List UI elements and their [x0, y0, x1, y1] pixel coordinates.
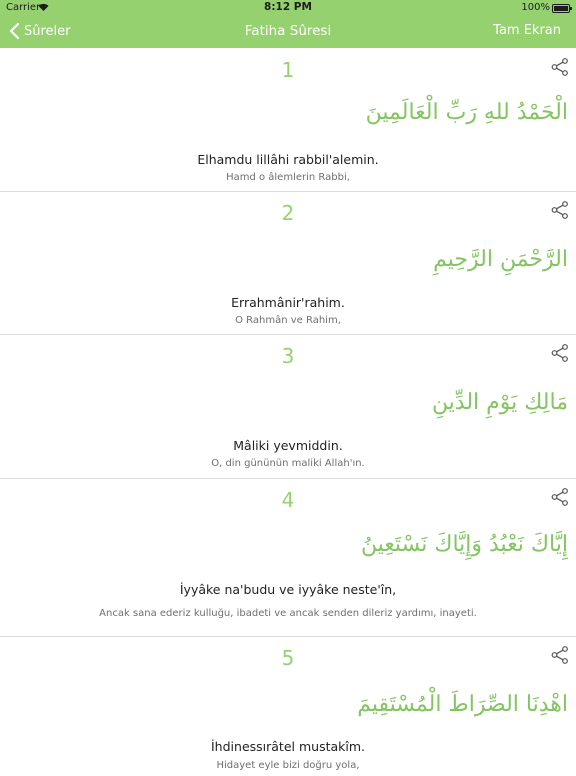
verse-number: 2: [281, 201, 295, 225]
transliteration: Elhamdu lillâhi rabbil'alemin.: [197, 152, 379, 167]
fullscreen-button[interactable]: Tam Ekran: [493, 23, 561, 38]
verse-item: 4 إِيَّاكَ نَعْبُدُ وَإِيَّاكَ نَسْتَعِي…: [0, 478, 576, 637]
transliteration: İyyâke na'budu ve iyyâke neste'în,: [179, 582, 397, 597]
verse-item: 2 الرَّحْمَنِ الرَّحِيمِ Errahmânir'rahi…: [0, 191, 576, 335]
verse-number: 5: [281, 646, 295, 670]
meaning: Hidayet eyle bizi doğru yola,: [216, 760, 360, 771]
meaning: Hamd o âlemlerin Rabbi,: [226, 172, 350, 183]
share-icon[interactable]: [550, 487, 570, 507]
share-icon[interactable]: [550, 200, 570, 220]
meaning: Ancak sana ederiz kulluğu, ibadeti ve an…: [99, 608, 477, 619]
arabic-text: الْحَمْدُ للهِ رَبِّ الْعَالَمِينَ: [365, 100, 568, 125]
arabic-text: مَالِكِ يَوْمِ الدِّينِ: [431, 390, 568, 415]
page-title: Fatiha Sûresi: [244, 23, 332, 39]
status-bar: Carrier 8:12 PM 100%: [0, 0, 576, 16]
battery-percent: 100%: [521, 2, 550, 13]
meaning: O, din gününün maliki Allah'ın.: [211, 458, 365, 469]
transliteration: Errahmânir'rahim.: [231, 295, 345, 310]
verse-item: 5 اهْدِنَا الصِّرَاطَ الْمُسْتَقِيمَ İhd…: [0, 636, 576, 776]
battery-icon: [552, 4, 572, 13]
status-time: 8:12 PM: [264, 1, 312, 13]
share-icon[interactable]: [550, 645, 570, 665]
verse-number: 3: [281, 344, 295, 368]
share-icon[interactable]: [550, 57, 570, 77]
transliteration: Mâliki yevmiddin.: [233, 438, 343, 453]
arabic-text: الرَّحْمَنِ الرَّحِيمِ: [433, 247, 568, 272]
verse-item: 3 مَالِكِ يَوْمِ الدِّينِ Mâliki yevmidd…: [0, 334, 576, 479]
meaning: O Rahmân ve Rahim,: [235, 315, 341, 326]
arabic-text: اهْدِنَا الصِّرَاطَ الْمُسْتَقِيمَ: [357, 692, 568, 717]
verse-item: 1 الْحَمْدُ للهِ رَبِّ الْعَالَمِينَ Elh…: [0, 48, 576, 192]
navigation-bar: Sûreler Fatiha Sûresi Tam Ekran: [0, 16, 576, 48]
share-icon[interactable]: [550, 343, 570, 363]
arabic-text: إِيَّاكَ نَعْبُدُ وَإِيَّاكَ نَسْتَعِينُ: [360, 532, 568, 557]
transliteration: İhdinessırâtel mustakîm.: [211, 739, 365, 754]
verse-number: 1: [281, 58, 295, 82]
verse-number: 4: [281, 488, 295, 512]
